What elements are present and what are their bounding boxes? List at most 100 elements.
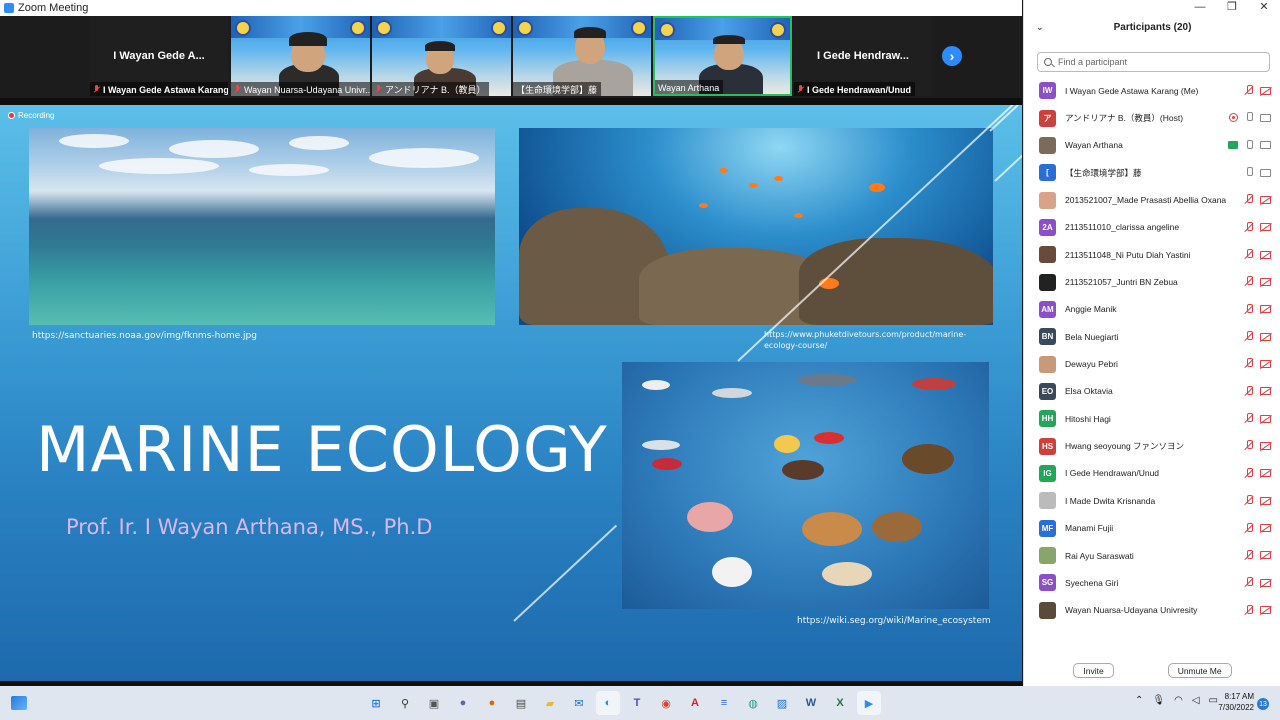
participant-row[interactable]: 2113521057_Juntri BN Zebua bbox=[1024, 268, 1280, 295]
invite-button[interactable]: Invite bbox=[1073, 663, 1114, 678]
muted-mic-icon bbox=[1244, 440, 1254, 451]
muted-mic-icon bbox=[797, 85, 804, 94]
chevron-down-icon[interactable]: ⌄ bbox=[1036, 22, 1044, 33]
participant-row[interactable]: IG I Gede Hendrawan/Unud bbox=[1024, 460, 1280, 487]
photos-icon[interactable]: ▨ bbox=[770, 691, 794, 715]
search-icon[interactable]: ⚲ bbox=[393, 691, 417, 715]
excel-icon[interactable]: X bbox=[828, 691, 852, 715]
participant-name: Elsa Oktavia bbox=[1065, 386, 1113, 397]
video-tile-caption: Wayan Nuarsa-Udayana Univr... bbox=[231, 82, 370, 96]
zoom-logo-icon bbox=[4, 3, 14, 13]
participant-row[interactable]: Rai Ayu Saraswati bbox=[1024, 542, 1280, 569]
participant-row[interactable]: AM Anggie Manik bbox=[1024, 296, 1280, 323]
participant-row[interactable]: HS Hwang seoyoung ファンソヨン bbox=[1024, 432, 1280, 459]
notification-badge[interactable]: 13 bbox=[1257, 698, 1269, 710]
participant-hair bbox=[574, 27, 606, 38]
participant-name: 【生命環境学部】藤 bbox=[1065, 167, 1142, 178]
participant-hair bbox=[289, 32, 327, 46]
store-icon[interactable]: ▤ bbox=[509, 691, 533, 715]
participant-row[interactable]: Wayan Nuarsa-Udayana Univresity bbox=[1024, 597, 1280, 624]
shared-screen: Recording https://sanctuaries.noaa.gov/i… bbox=[0, 98, 1022, 686]
video-tile-6[interactable]: I Gede Hendraw... I Gede Hendrawan/Unud bbox=[794, 16, 932, 96]
participant-row[interactable]: アアンドリアナ B.（教員）(Host) bbox=[1024, 104, 1280, 131]
file-explorer-icon[interactable]: ▰ bbox=[538, 691, 562, 715]
video-tile-2[interactable]: Wayan Nuarsa-Udayana Univr... bbox=[231, 16, 370, 96]
participant-row[interactable]: Wayan Arthana bbox=[1024, 132, 1280, 159]
ocean-photo bbox=[29, 128, 495, 325]
participant-avatar bbox=[1039, 547, 1056, 565]
slide-subtitle: Prof. Ir. I Wayan Arthana, MS., Ph.D bbox=[66, 515, 433, 539]
participant-search-input[interactable]: Find a participant bbox=[1037, 52, 1270, 72]
word-icon[interactable]: W bbox=[799, 691, 823, 715]
muted-mic-icon bbox=[1244, 331, 1254, 342]
recording-dot-icon bbox=[8, 112, 15, 119]
participant-avatar bbox=[1039, 601, 1056, 619]
video-tile-4[interactable]: 【生命環境学部】藤 bbox=[513, 16, 651, 96]
decorative-line bbox=[513, 524, 618, 622]
chevron-up-icon[interactable]: ⌃ bbox=[1135, 695, 1143, 706]
muted-mic-icon bbox=[375, 85, 382, 94]
decorative-line bbox=[994, 152, 1022, 182]
participant-row[interactable]: [【生命環境学部】藤 bbox=[1024, 159, 1280, 186]
participant-row[interactable]: HH Hitoshi Hagi bbox=[1024, 405, 1280, 432]
video-tile-5-active-speaker[interactable]: Wayan Arthana bbox=[653, 16, 792, 96]
participant-row[interactable]: MF Manami Fujii bbox=[1024, 515, 1280, 542]
participant-row[interactable]: IW I Wayan Gede Astawa Karang (Me) bbox=[1024, 77, 1280, 104]
edge-icon[interactable]: ◐ bbox=[596, 691, 620, 715]
participant-row[interactable]: SG Syechena Giri bbox=[1024, 569, 1280, 596]
participant-status-icons bbox=[1244, 522, 1271, 534]
widgets-icon[interactable] bbox=[11, 696, 27, 710]
video-tile-3[interactable]: アンドリアナ B.（教員） bbox=[372, 16, 511, 96]
ocean-image-credit: https://sanctuaries.noaa.gov/img/fknms-h… bbox=[32, 331, 257, 341]
minimize-icon[interactable]: — bbox=[1184, 0, 1216, 16]
participant-avatar: SG bbox=[1039, 574, 1056, 592]
muted-mic-icon bbox=[1244, 276, 1254, 287]
participant-name: Dewayu Pebri bbox=[1065, 359, 1118, 370]
chrome-icon[interactable]: ◉ bbox=[654, 691, 678, 715]
video-tile-caption: I Wayan Gede Astawa Karang bbox=[90, 82, 228, 96]
acrobat-icon[interactable]: A bbox=[683, 691, 707, 715]
participant-row[interactable]: BN Bela Nuegiarti bbox=[1024, 323, 1280, 350]
volume-icon[interactable]: ◁ bbox=[1192, 695, 1200, 706]
participant-status-icons bbox=[1244, 440, 1271, 451]
recording-indicator: Recording bbox=[8, 111, 54, 120]
unmute-me-button[interactable]: Unmute Me bbox=[1167, 663, 1232, 678]
mail-icon[interactable]: ✉ bbox=[567, 691, 591, 715]
university-emblem-icon bbox=[235, 20, 251, 36]
participant-row[interactable]: EO Elsa Oktavia bbox=[1024, 378, 1280, 405]
next-page-arrow-icon[interactable]: › bbox=[942, 46, 962, 66]
participant-row[interactable]: 2013521007_Made Prasasti Abellia Oxana bbox=[1024, 186, 1280, 213]
task-view-icon[interactable]: ▣ bbox=[422, 691, 446, 715]
taskbar-clock[interactable]: 8:17 AM 7/30/2022 bbox=[1208, 691, 1254, 713]
participant-name: Hitoshi Hagi bbox=[1065, 413, 1111, 424]
restore-icon[interactable]: ❐ bbox=[1216, 0, 1248, 16]
participant-status-icons bbox=[1244, 249, 1271, 260]
windows-start-icon[interactable]: ⊞ bbox=[364, 691, 388, 715]
teams-icon[interactable]: T bbox=[625, 691, 649, 715]
notepad-icon[interactable]: ≡ bbox=[712, 691, 736, 715]
participant-status-icons bbox=[1244, 331, 1271, 342]
camera-off-icon bbox=[1260, 524, 1271, 532]
participant-row[interactable]: 2A 2113511010_clarissa angeline bbox=[1024, 214, 1280, 241]
participant-row[interactable]: I Made Dwita Krisnanda bbox=[1024, 487, 1280, 514]
muted-mic-icon bbox=[1244, 467, 1254, 479]
clock-date: 7/30/2022 bbox=[1218, 703, 1254, 712]
firefox-icon[interactable]: ● bbox=[480, 691, 504, 715]
participant-row[interactable]: Dewayu Pebri bbox=[1024, 350, 1280, 377]
camera-off-icon bbox=[1260, 414, 1271, 423]
video-tile-caption-text: Wayan Arthana bbox=[658, 82, 720, 93]
zoom-icon[interactable]: ▶ bbox=[857, 691, 881, 715]
wifi-icon[interactable]: ◠ bbox=[1174, 695, 1183, 706]
presentation-slide: Recording https://sanctuaries.noaa.gov/i… bbox=[0, 105, 1022, 681]
search-icon bbox=[1044, 58, 1052, 66]
participant-name: I Wayan Gede Astawa Karang (Me) bbox=[1065, 85, 1199, 96]
participant-row[interactable]: 2113511048_Ni Putu Diah Yastini bbox=[1024, 241, 1280, 268]
teams-chat-icon[interactable]: ● bbox=[451, 691, 475, 715]
microphone-icon[interactable]: 🎙 bbox=[1152, 695, 1165, 706]
close-icon[interactable]: ✕ bbox=[1248, 0, 1280, 16]
globe-icon[interactable]: ◍ bbox=[741, 691, 765, 715]
video-strip: I Wayan Gede A... I Wayan Gede Astawa Ka… bbox=[0, 16, 1022, 98]
video-tile-1[interactable]: I Wayan Gede A... I Wayan Gede Astawa Ka… bbox=[90, 16, 228, 96]
camera-off-icon bbox=[1260, 195, 1271, 204]
participant-name: Hwang seoyoung ファンソヨン bbox=[1065, 441, 1185, 452]
